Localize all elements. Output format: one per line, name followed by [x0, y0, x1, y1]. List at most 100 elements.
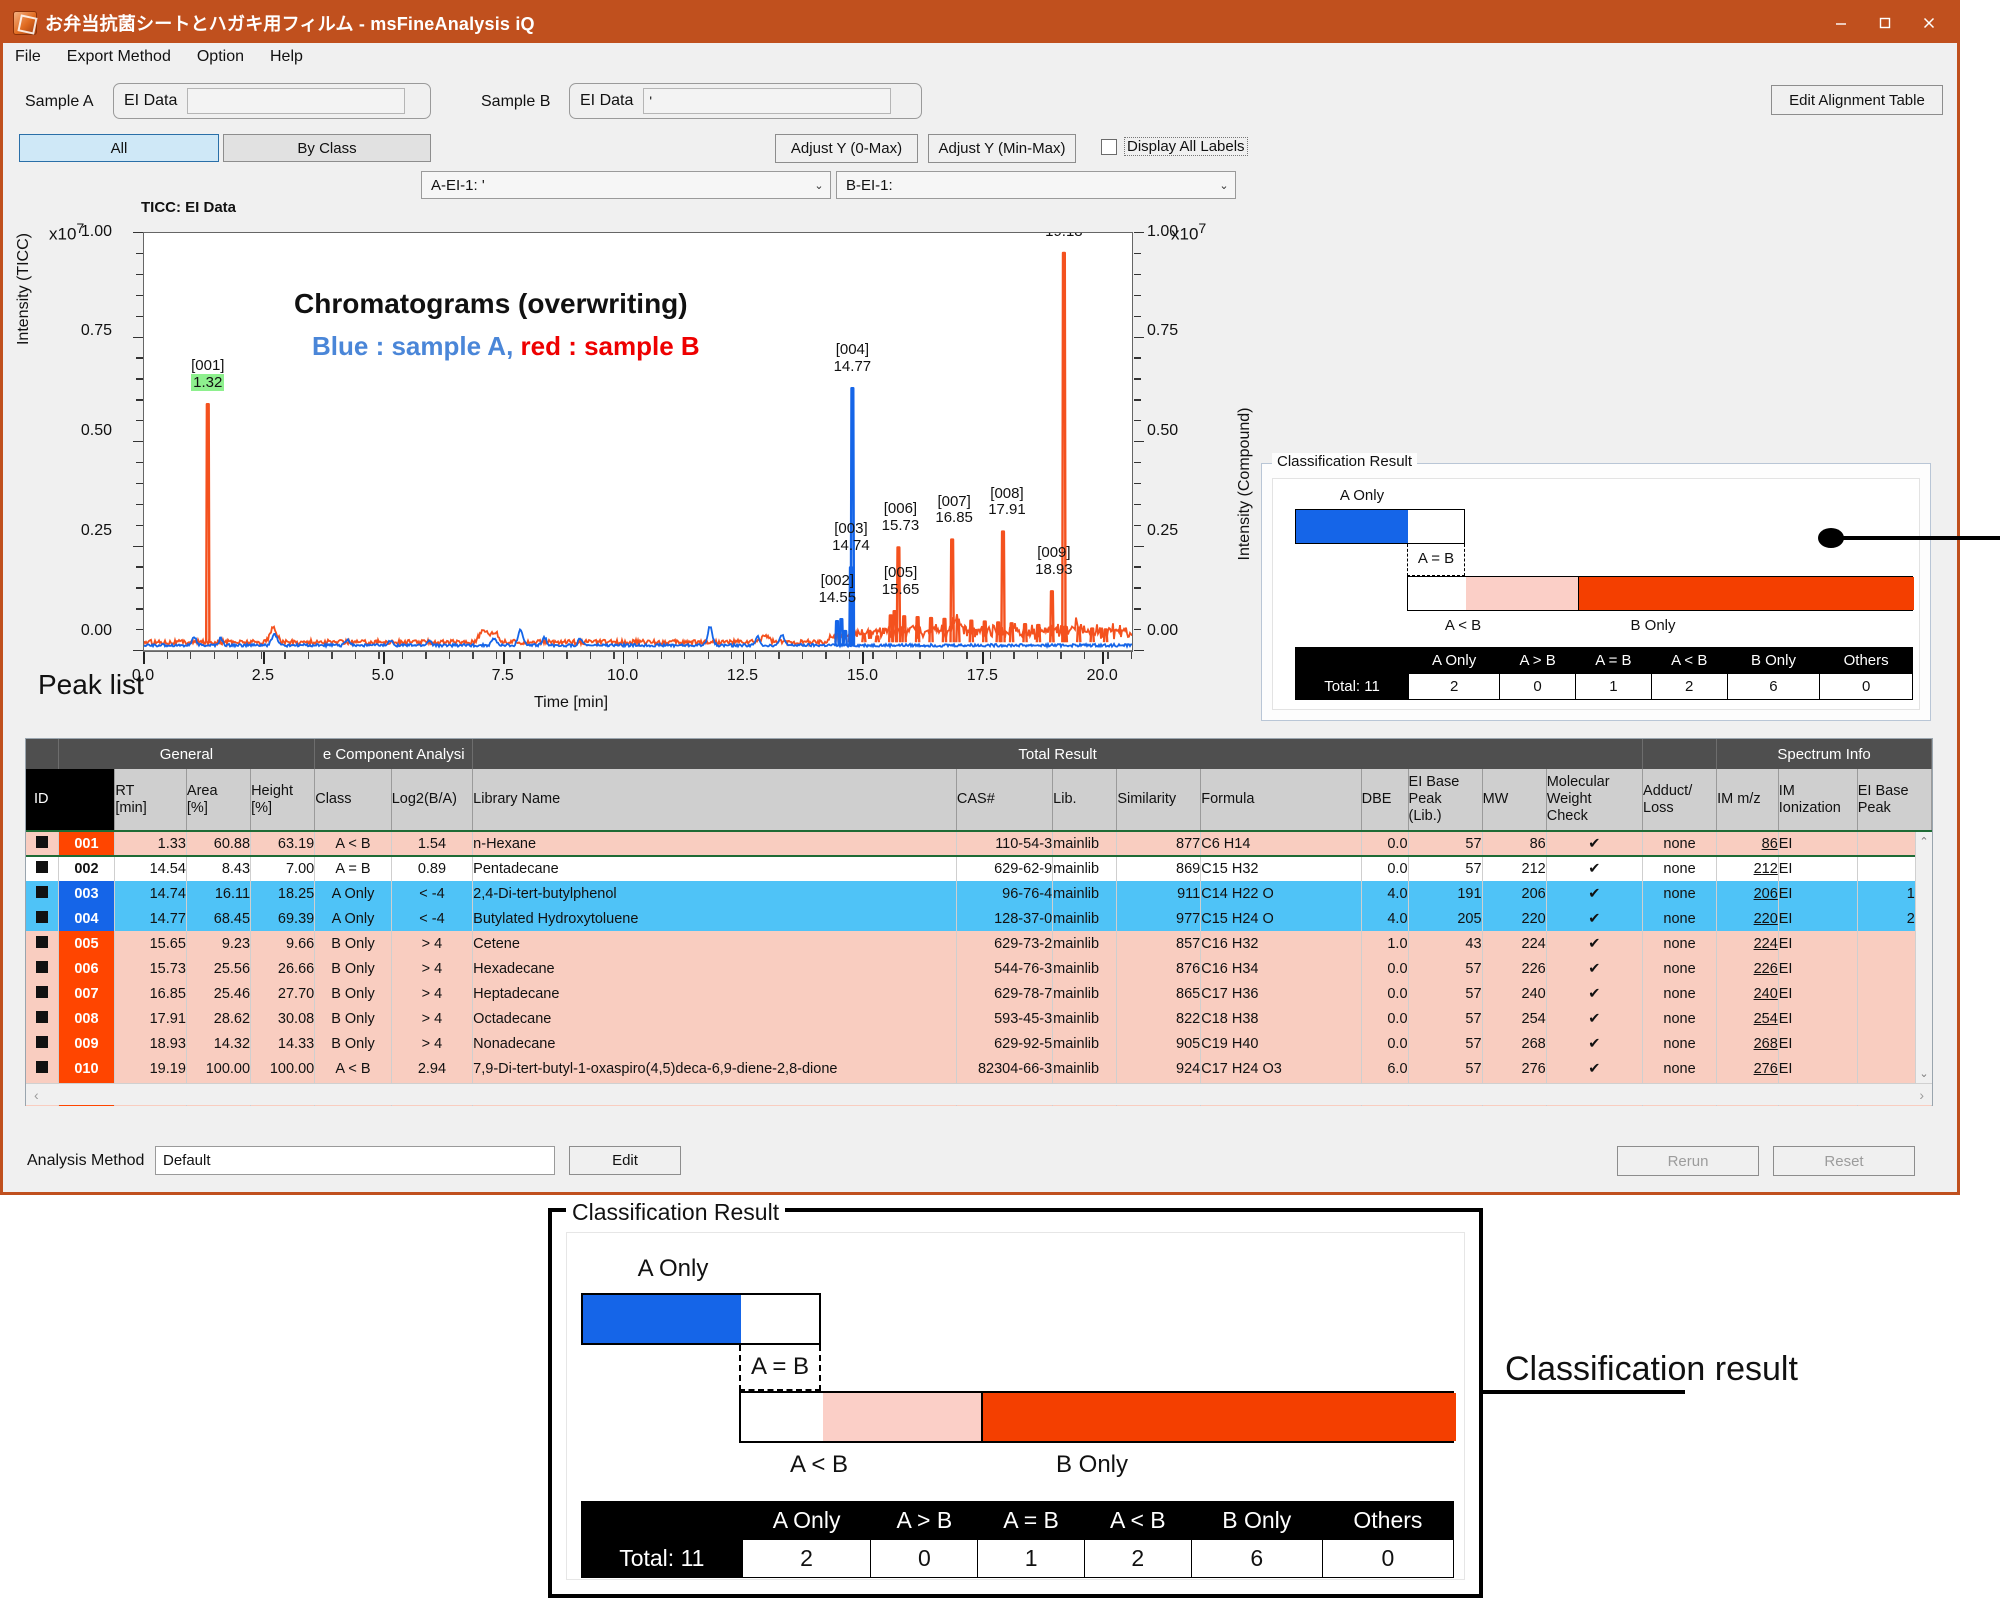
- checkbox-filled-icon[interactable]: [35, 1060, 48, 1073]
- checkbox-filled-icon[interactable]: [35, 885, 48, 898]
- column-header-cas[interactable]: CAS#: [956, 769, 1054, 832]
- row-5-id: 006: [58, 956, 116, 981]
- column-header-lib[interactable]: Lib.: [1052, 769, 1118, 832]
- checkbox-filled-icon[interactable]: [35, 960, 48, 973]
- table-row[interactable]: 002 14.54 8.43 7.00 A = B 0.89 Pentadecane 629-…: [26, 856, 1933, 881]
- table-row[interactable]: 004 14.77 68.45 69.39 A Only < -4 Butylated Hy…: [26, 906, 1933, 931]
- column-header-adduct-loss[interactable]: Adduct/Loss: [1642, 769, 1718, 832]
- close-icon[interactable]: [1907, 4, 1951, 42]
- column-header-library-name[interactable]: Library Name: [472, 769, 957, 832]
- edit-alignment-table-button[interactable]: Edit Alignment Table: [1771, 85, 1943, 115]
- peak-rt-1: 14.55: [818, 588, 857, 606]
- row-6-area: 25.46: [186, 981, 252, 1006]
- checkbox-box-icon[interactable]: [1101, 138, 1117, 155]
- column-header-formula[interactable]: Formula: [1200, 769, 1362, 832]
- checkbox-filled-icon[interactable]: [35, 1010, 48, 1023]
- peak-id-4: [005]: [883, 564, 918, 582]
- tab-all[interactable]: All: [19, 134, 219, 162]
- cls-value-0: 2: [741, 1539, 872, 1578]
- checkbox-filled-icon[interactable]: [35, 835, 48, 848]
- adjust-y-zero-max-button[interactable]: Adjust Y (0-Max): [775, 134, 918, 163]
- checkbox-filled-icon[interactable]: [35, 985, 48, 998]
- edit-analysis-method-button[interactable]: Edit: [569, 1146, 681, 1175]
- y-tickmark-left: [133, 650, 143, 652]
- table-row[interactable]: 009 18.93 14.32 14.33 B Only > 4 Nonadecane 629…: [26, 1031, 1933, 1056]
- row-2-height: 18.25: [250, 881, 316, 906]
- column-header-id[interactable]: ID: [26, 769, 116, 832]
- column-header-ei-base-peak-lib[interactable]: EI Base Peak (Lib.): [1408, 769, 1483, 832]
- row-1-similarity: 869: [1116, 856, 1202, 881]
- menu-item-file[interactable]: File: [15, 48, 41, 66]
- dropdown-b-value: B-EI-1:: [846, 176, 893, 194]
- column-header-log2-b-a[interactable]: Log2(B/A): [391, 769, 474, 832]
- row-7-checkbox[interactable]: [26, 1006, 59, 1031]
- row-7-library: Octadecane: [472, 1006, 957, 1031]
- menu-item-help[interactable]: Help: [270, 48, 303, 66]
- table-row[interactable]: 010 19.19 100.00 100.00 A < B 2.94 7,9-Di-tert…: [26, 1056, 1933, 1081]
- table-vertical-scrollbar[interactable]: ⌃ ⌄: [1915, 832, 1932, 1083]
- row-2-library: 2,4-Di-tert-butylphenol: [472, 881, 957, 906]
- row-0-id: 001: [58, 830, 116, 857]
- sample-b-ei-data-input[interactable]: ': [643, 88, 892, 114]
- row-2-imion: EI: [1778, 881, 1858, 906]
- table-row[interactable]: 008 17.91 28.62 30.08 B Only > 4 Octadecane 593…: [26, 1006, 1933, 1031]
- scroll-left-icon[interactable]: ‹: [34, 1087, 39, 1103]
- adjust-y-min-max-button[interactable]: Adjust Y (Min-Max): [928, 134, 1076, 163]
- column-header-dbe[interactable]: DBE: [1361, 769, 1409, 832]
- peak-list-table[interactable]: General e Component Analysi Total Result Sp…: [26, 739, 1933, 1106]
- row-9-checkbox[interactable]: [26, 1056, 59, 1081]
- row-8-checkbox[interactable]: [26, 1031, 59, 1056]
- menu-item-option[interactable]: Option: [197, 48, 244, 66]
- chevron-down-icon[interactable]: ⌄: [808, 179, 830, 192]
- table-row[interactable]: 006 15.73 25.56 26.66 B Only > 4 Hexadecane 544…: [26, 956, 1933, 981]
- row-9-formula: C17 H24 O3: [1200, 1056, 1362, 1081]
- scroll-right-icon[interactable]: ›: [1919, 1087, 1924, 1103]
- display-all-labels-checkbox[interactable]: Display All Labels: [1101, 137, 1248, 156]
- row-4-mw-check: ✔: [1546, 931, 1644, 956]
- row-4-checkbox[interactable]: [26, 931, 59, 956]
- checkbox-filled-icon[interactable]: [35, 935, 48, 948]
- menu-item-export-method[interactable]: Export Method: [67, 48, 171, 66]
- row-5-checkbox[interactable]: [26, 956, 59, 981]
- row-6-checkbox[interactable]: [26, 981, 59, 1006]
- checkbox-filled-icon[interactable]: [35, 1035, 48, 1048]
- column-header-height[interactable]: Height [%]: [250, 769, 316, 832]
- column-header-ei-base-peak[interactable]: EI Base Peak: [1857, 769, 1933, 832]
- table-row[interactable]: 005 15.65 9.23 9.66 B Only > 4 Cetene 629-73-2 m…: [26, 931, 1933, 956]
- row-1-checkbox[interactable]: [26, 856, 59, 881]
- maximize-icon[interactable]: [1863, 4, 1907, 42]
- column-header-rt-min[interactable]: RT [min]: [114, 769, 187, 832]
- row-3-checkbox[interactable]: [26, 906, 59, 931]
- dropdown-sample-a-channel[interactable]: A-EI-1: ' ⌄: [421, 171, 831, 199]
- y-tickmark-right: [1134, 482, 1141, 485]
- rerun-button[interactable]: Rerun: [1617, 1146, 1759, 1176]
- scroll-down-icon[interactable]: ⌄: [1916, 1067, 1932, 1080]
- column-header-area[interactable]: Area [%]: [186, 769, 252, 832]
- column-header-im-ionization[interactable]: IM Ionization: [1778, 769, 1858, 832]
- cls-header-1: A Only: [1408, 647, 1501, 674]
- column-header-class[interactable]: Class: [314, 769, 392, 832]
- plot-area[interactable]: Chromatograms (overwriting) Blue : sampl…: [143, 232, 1133, 652]
- reset-button[interactable]: Reset: [1773, 1146, 1915, 1176]
- table-row[interactable]: 007 16.85 25.46 27.70 B Only > 4 Heptadecane 62…: [26, 981, 1933, 1006]
- table-row[interactable]: 001 1.33 60.88 63.19 A < B 1.54 n-Hexane 110-54…: [26, 830, 1933, 857]
- table-row[interactable]: 003 14.74 16.11 18.25 A Only < -4 2,4-Di-tert-…: [26, 881, 1933, 906]
- checkbox-filled-icon[interactable]: [35, 861, 48, 873]
- checkbox-filled-icon[interactable]: [35, 910, 48, 923]
- column-header-molecular-weight-check[interactable]: Molecular Weight Check: [1546, 769, 1644, 832]
- column-header-similarity[interactable]: Similarity: [1116, 769, 1202, 832]
- row-0-checkbox[interactable]: [26, 830, 59, 857]
- column-header-mw[interactable]: MW: [1482, 769, 1547, 832]
- analysis-method-input[interactable]: Default: [155, 1146, 555, 1175]
- dropdown-sample-b-channel[interactable]: B-EI-1: ⌄: [836, 171, 1236, 199]
- row-2-log2: < -4: [391, 881, 474, 906]
- column-header-im-m-z[interactable]: IM m/z: [1716, 769, 1779, 832]
- row-2-checkbox[interactable]: [26, 881, 59, 906]
- chevron-down-icon[interactable]: ⌄: [1213, 179, 1235, 192]
- minimize-icon[interactable]: [1819, 4, 1863, 42]
- tab-by-class[interactable]: By Class: [223, 134, 431, 162]
- row-9-mw: 276: [1482, 1056, 1547, 1081]
- table-horizontal-scrollbar[interactable]: ‹ ›: [26, 1083, 1932, 1105]
- scroll-up-icon[interactable]: ⌃: [1916, 835, 1932, 848]
- sample-a-ei-data-input[interactable]: [187, 88, 406, 114]
